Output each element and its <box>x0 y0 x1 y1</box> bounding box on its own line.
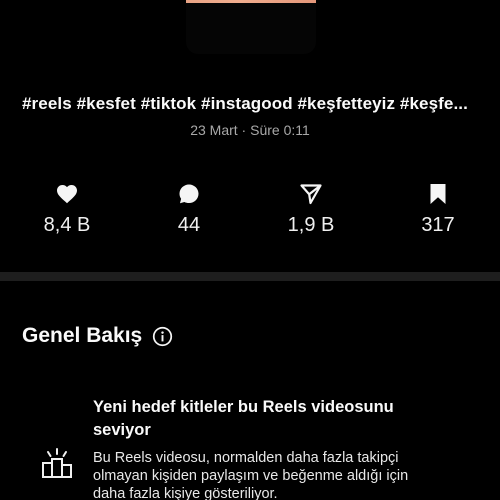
info-icon[interactable] <box>152 326 173 347</box>
shares-count: 1,9 B <box>287 214 335 236</box>
saves-count: 317 <box>421 214 455 236</box>
stat-saves: 317 <box>393 182 483 237</box>
likes-count: 8,4 B <box>43 214 91 236</box>
overview-title: Genel Bakış <box>22 324 143 347</box>
share-icon <box>300 184 322 205</box>
section-divider <box>0 272 500 281</box>
reel-insights-screen: #reels #kesfet #tiktok #instagood #keşfe… <box>0 0 500 500</box>
reel-thumbnail[interactable] <box>186 0 316 54</box>
insight-description: Bu Reels videosu, normalden daha fazla t… <box>93 450 409 500</box>
thumbnail-image <box>186 0 316 3</box>
bookmark-icon <box>430 184 446 204</box>
stat-comments: 44 <box>144 182 234 237</box>
stat-shares: 1,9 B <box>266 182 356 237</box>
reel-caption: #reels #kesfet #tiktok #instagood #keşfe… <box>22 94 468 113</box>
audience-icon <box>42 448 72 478</box>
stat-likes: 8,4 B <box>22 182 112 237</box>
insight-title: Yeni hedef kitleler bu Reels videosunu s… <box>93 398 394 439</box>
overview-header: Genel Bakış <box>22 324 173 348</box>
comment-icon <box>179 184 199 204</box>
reel-meta: 23 Mart · Süre 0:11 <box>190 122 310 138</box>
heart-icon <box>57 185 77 204</box>
comments-count: 44 <box>177 214 201 236</box>
